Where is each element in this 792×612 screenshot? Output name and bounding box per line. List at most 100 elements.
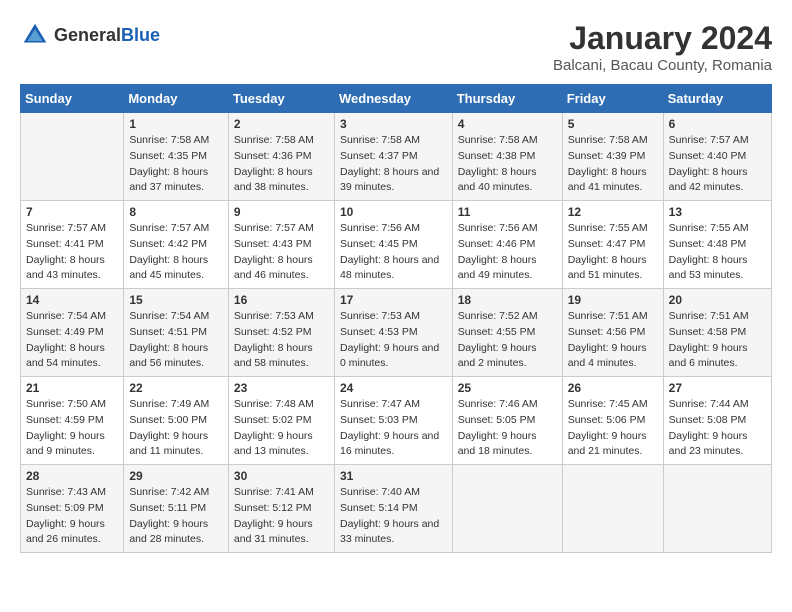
- day-info: Sunrise: 7:54 AMSunset: 4:49 PMDaylight:…: [26, 309, 118, 372]
- day-info: Sunrise: 7:53 AMSunset: 4:52 PMDaylight:…: [234, 309, 329, 372]
- calendar-cell: 10 Sunrise: 7:56 AMSunset: 4:45 PMDaylig…: [334, 201, 452, 289]
- calendar-cell: 30 Sunrise: 7:41 AMSunset: 5:12 PMDaylig…: [228, 465, 334, 553]
- calendar-cell: [663, 465, 771, 553]
- calendar-cell: 27 Sunrise: 7:44 AMSunset: 5:08 PMDaylig…: [663, 377, 771, 465]
- calendar-cell: 2 Sunrise: 7:58 AMSunset: 4:36 PMDayligh…: [228, 113, 334, 201]
- day-number: 14: [26, 293, 118, 307]
- day-info: Sunrise: 7:58 AMSunset: 4:39 PMDaylight:…: [568, 133, 658, 196]
- day-of-week-header: Thursday: [452, 85, 562, 113]
- day-number: 26: [568, 381, 658, 395]
- calendar-cell: 17 Sunrise: 7:53 AMSunset: 4:53 PMDaylig…: [334, 289, 452, 377]
- calendar-cell: 7 Sunrise: 7:57 AMSunset: 4:41 PMDayligh…: [21, 201, 124, 289]
- logo: GeneralBlue: [20, 20, 160, 50]
- day-number: 9: [234, 205, 329, 219]
- calendar-cell: 14 Sunrise: 7:54 AMSunset: 4:49 PMDaylig…: [21, 289, 124, 377]
- logo-text-blue: Blue: [121, 25, 160, 45]
- calendar-week-row: 28 Sunrise: 7:43 AMSunset: 5:09 PMDaylig…: [21, 465, 772, 553]
- day-info: Sunrise: 7:50 AMSunset: 4:59 PMDaylight:…: [26, 397, 118, 460]
- day-info: Sunrise: 7:46 AMSunset: 5:05 PMDaylight:…: [458, 397, 557, 460]
- day-number: 5: [568, 117, 658, 131]
- day-of-week-header: Monday: [124, 85, 229, 113]
- day-info: Sunrise: 7:43 AMSunset: 5:09 PMDaylight:…: [26, 485, 118, 548]
- calendar-week-row: 14 Sunrise: 7:54 AMSunset: 4:49 PMDaylig…: [21, 289, 772, 377]
- calendar-cell: 5 Sunrise: 7:58 AMSunset: 4:39 PMDayligh…: [562, 113, 663, 201]
- header: GeneralBlue January 2024 Balcani, Bacau …: [20, 20, 772, 74]
- day-number: 16: [234, 293, 329, 307]
- calendar-cell: 21 Sunrise: 7:50 AMSunset: 4:59 PMDaylig…: [21, 377, 124, 465]
- day-number: 18: [458, 293, 557, 307]
- day-info: Sunrise: 7:58 AMSunset: 4:36 PMDaylight:…: [234, 133, 329, 196]
- day-number: 19: [568, 293, 658, 307]
- day-number: 29: [129, 469, 223, 483]
- calendar-cell: 11 Sunrise: 7:56 AMSunset: 4:46 PMDaylig…: [452, 201, 562, 289]
- day-of-week-header: Wednesday: [334, 85, 452, 113]
- day-info: Sunrise: 7:42 AMSunset: 5:11 PMDaylight:…: [129, 485, 223, 548]
- calendar-week-row: 21 Sunrise: 7:50 AMSunset: 4:59 PMDaylig…: [21, 377, 772, 465]
- title-section: January 2024 Balcani, Bacau County, Roma…: [553, 20, 772, 74]
- calendar-cell: 8 Sunrise: 7:57 AMSunset: 4:42 PMDayligh…: [124, 201, 229, 289]
- day-info: Sunrise: 7:56 AMSunset: 4:46 PMDaylight:…: [458, 221, 557, 284]
- calendar-cell: 1 Sunrise: 7:58 AMSunset: 4:35 PMDayligh…: [124, 113, 229, 201]
- day-of-week-header: Saturday: [663, 85, 771, 113]
- calendar-cell: 19 Sunrise: 7:51 AMSunset: 4:56 PMDaylig…: [562, 289, 663, 377]
- calendar-cell: 24 Sunrise: 7:47 AMSunset: 5:03 PMDaylig…: [334, 377, 452, 465]
- day-info: Sunrise: 7:58 AMSunset: 4:35 PMDaylight:…: [129, 133, 223, 196]
- calendar-cell: 9 Sunrise: 7:57 AMSunset: 4:43 PMDayligh…: [228, 201, 334, 289]
- day-number: 3: [340, 117, 447, 131]
- calendar-cell: 23 Sunrise: 7:48 AMSunset: 5:02 PMDaylig…: [228, 377, 334, 465]
- calendar-cell: [562, 465, 663, 553]
- calendar-cell: 13 Sunrise: 7:55 AMSunset: 4:48 PMDaylig…: [663, 201, 771, 289]
- day-number: 21: [26, 381, 118, 395]
- day-number: 1: [129, 117, 223, 131]
- day-number: 25: [458, 381, 557, 395]
- day-info: Sunrise: 7:57 AMSunset: 4:43 PMDaylight:…: [234, 221, 329, 284]
- calendar-week-row: 1 Sunrise: 7:58 AMSunset: 4:35 PMDayligh…: [21, 113, 772, 201]
- day-number: 17: [340, 293, 447, 307]
- day-number: 15: [129, 293, 223, 307]
- day-number: 31: [340, 469, 447, 483]
- calendar-cell: 6 Sunrise: 7:57 AMSunset: 4:40 PMDayligh…: [663, 113, 771, 201]
- calendar-cell: 4 Sunrise: 7:58 AMSunset: 4:38 PMDayligh…: [452, 113, 562, 201]
- day-info: Sunrise: 7:54 AMSunset: 4:51 PMDaylight:…: [129, 309, 223, 372]
- day-number: 7: [26, 205, 118, 219]
- day-number: 20: [669, 293, 766, 307]
- calendar-cell: 18 Sunrise: 7:52 AMSunset: 4:55 PMDaylig…: [452, 289, 562, 377]
- day-number: 10: [340, 205, 447, 219]
- day-number: 12: [568, 205, 658, 219]
- calendar-cell: 12 Sunrise: 7:55 AMSunset: 4:47 PMDaylig…: [562, 201, 663, 289]
- day-info: Sunrise: 7:51 AMSunset: 4:58 PMDaylight:…: [669, 309, 766, 372]
- day-info: Sunrise: 7:55 AMSunset: 4:48 PMDaylight:…: [669, 221, 766, 284]
- day-info: Sunrise: 7:57 AMSunset: 4:42 PMDaylight:…: [129, 221, 223, 284]
- days-header-row: SundayMondayTuesdayWednesdayThursdayFrid…: [21, 85, 772, 113]
- day-number: 6: [669, 117, 766, 131]
- day-info: Sunrise: 7:47 AMSunset: 5:03 PMDaylight:…: [340, 397, 447, 460]
- day-info: Sunrise: 7:52 AMSunset: 4:55 PMDaylight:…: [458, 309, 557, 372]
- day-info: Sunrise: 7:45 AMSunset: 5:06 PMDaylight:…: [568, 397, 658, 460]
- day-number: 2: [234, 117, 329, 131]
- day-number: 27: [669, 381, 766, 395]
- calendar-cell: 22 Sunrise: 7:49 AMSunset: 5:00 PMDaylig…: [124, 377, 229, 465]
- calendar-cell: 3 Sunrise: 7:58 AMSunset: 4:37 PMDayligh…: [334, 113, 452, 201]
- calendar-cell: 16 Sunrise: 7:53 AMSunset: 4:52 PMDaylig…: [228, 289, 334, 377]
- day-number: 22: [129, 381, 223, 395]
- day-number: 23: [234, 381, 329, 395]
- calendar-week-row: 7 Sunrise: 7:57 AMSunset: 4:41 PMDayligh…: [21, 201, 772, 289]
- calendar-cell: 29 Sunrise: 7:42 AMSunset: 5:11 PMDaylig…: [124, 465, 229, 553]
- logo-icon: [20, 20, 50, 50]
- calendar-cell: 26 Sunrise: 7:45 AMSunset: 5:06 PMDaylig…: [562, 377, 663, 465]
- day-info: Sunrise: 7:49 AMSunset: 5:00 PMDaylight:…: [129, 397, 223, 460]
- day-number: 30: [234, 469, 329, 483]
- day-info: Sunrise: 7:51 AMSunset: 4:56 PMDaylight:…: [568, 309, 658, 372]
- calendar-table: SundayMondayTuesdayWednesdayThursdayFrid…: [20, 84, 772, 553]
- day-info: Sunrise: 7:56 AMSunset: 4:45 PMDaylight:…: [340, 221, 447, 284]
- day-number: 13: [669, 205, 766, 219]
- day-info: Sunrise: 7:53 AMSunset: 4:53 PMDaylight:…: [340, 309, 447, 372]
- calendar-cell: 25 Sunrise: 7:46 AMSunset: 5:05 PMDaylig…: [452, 377, 562, 465]
- calendar-cell: [21, 113, 124, 201]
- calendar-cell: 31 Sunrise: 7:40 AMSunset: 5:14 PMDaylig…: [334, 465, 452, 553]
- day-info: Sunrise: 7:48 AMSunset: 5:02 PMDaylight:…: [234, 397, 329, 460]
- day-info: Sunrise: 7:44 AMSunset: 5:08 PMDaylight:…: [669, 397, 766, 460]
- day-number: 28: [26, 469, 118, 483]
- logo-text-general: General: [54, 25, 121, 45]
- day-number: 24: [340, 381, 447, 395]
